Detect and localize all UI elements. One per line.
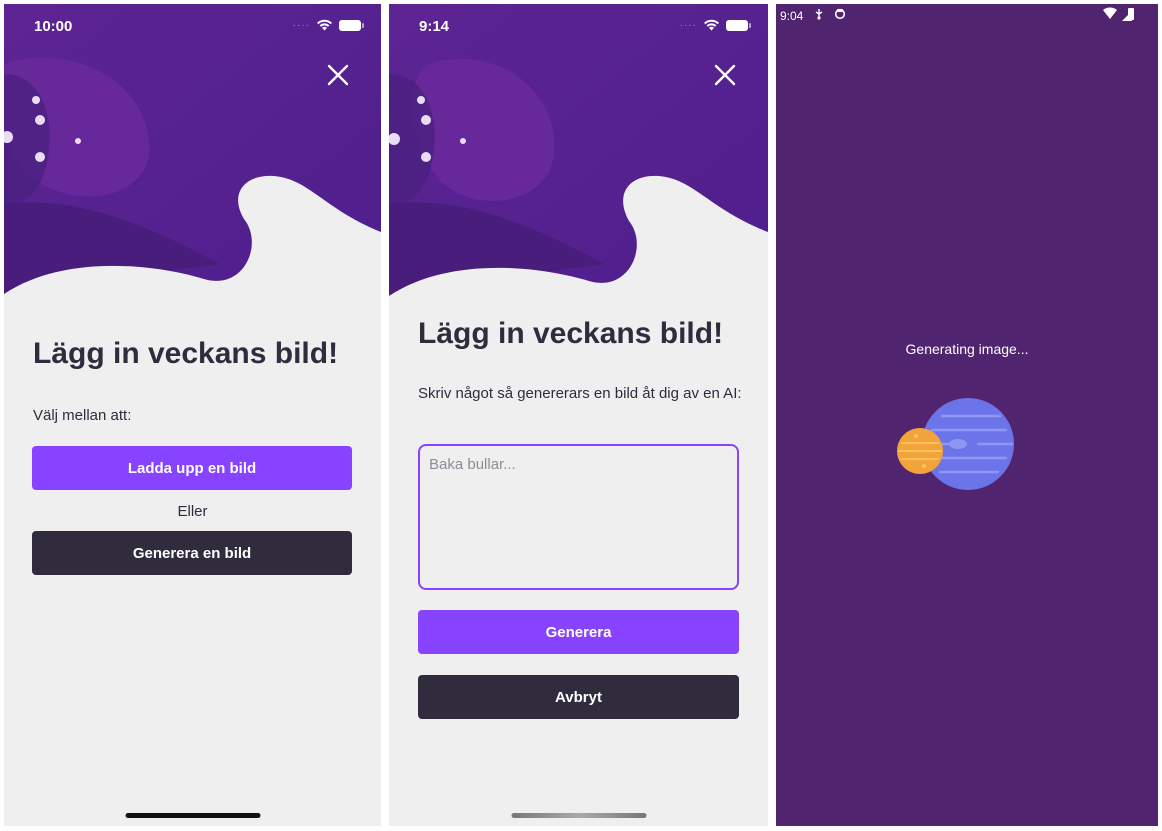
status-time: 9:14: [419, 18, 450, 35]
battery-icon: [339, 19, 364, 31]
screen-choose-method: 10:00 ···· Lägg in veckans bild! Välj me…: [4, 4, 381, 826]
generate-button[interactable]: Generera: [418, 610, 739, 654]
choose-prompt: Välj mellan att:: [33, 407, 132, 424]
home-indicator: [125, 813, 260, 818]
screen-generate-prompt: 9:14 ···· Lägg in veckans bild! Skriv nå…: [389, 4, 768, 826]
usb-icon: [815, 9, 823, 20]
or-divider-text: Eller: [177, 503, 208, 520]
close-icon[interactable]: [323, 60, 353, 90]
hero-wave-illustration: [4, 4, 381, 314]
signal-icon: ····: [292, 19, 310, 31]
prompt-input[interactable]: [418, 444, 739, 590]
generate-image-button[interactable]: Generera en bild: [32, 531, 352, 575]
signal-icon: ····: [679, 19, 697, 31]
status-bar: 9:04: [776, 4, 1158, 26]
wifi-icon: [317, 19, 332, 31]
home-indicator: [511, 813, 646, 818]
hero-wave-illustration: [389, 4, 768, 314]
battery-icon: [726, 19, 751, 31]
generate-description: Skriv något så genererars en bild åt dig…: [418, 385, 742, 402]
status-icons: ····: [679, 19, 751, 31]
loading-text: Generating image...: [905, 341, 1029, 357]
page-title: Lägg in veckans bild!: [33, 337, 339, 370]
sync-icon: [834, 8, 846, 20]
status-bar: 9:14 ····: [389, 4, 768, 48]
upload-image-button[interactable]: Ladda upp en bild: [32, 446, 352, 490]
wifi-battery-icon: [1103, 7, 1134, 21]
status-bar: 10:00 ····: [4, 4, 381, 48]
status-time: 10:00: [34, 18, 73, 35]
page-title: Lägg in veckans bild!: [418, 317, 724, 350]
status-icons: ····: [292, 19, 364, 31]
wifi-icon: [704, 19, 719, 31]
screen-generating: 9:04 Generating image...: [776, 4, 1158, 826]
planets-icon: [897, 398, 1014, 490]
close-icon[interactable]: [710, 60, 740, 90]
status-time: 9:04: [780, 9, 804, 23]
cancel-button[interactable]: Avbryt: [418, 675, 739, 719]
